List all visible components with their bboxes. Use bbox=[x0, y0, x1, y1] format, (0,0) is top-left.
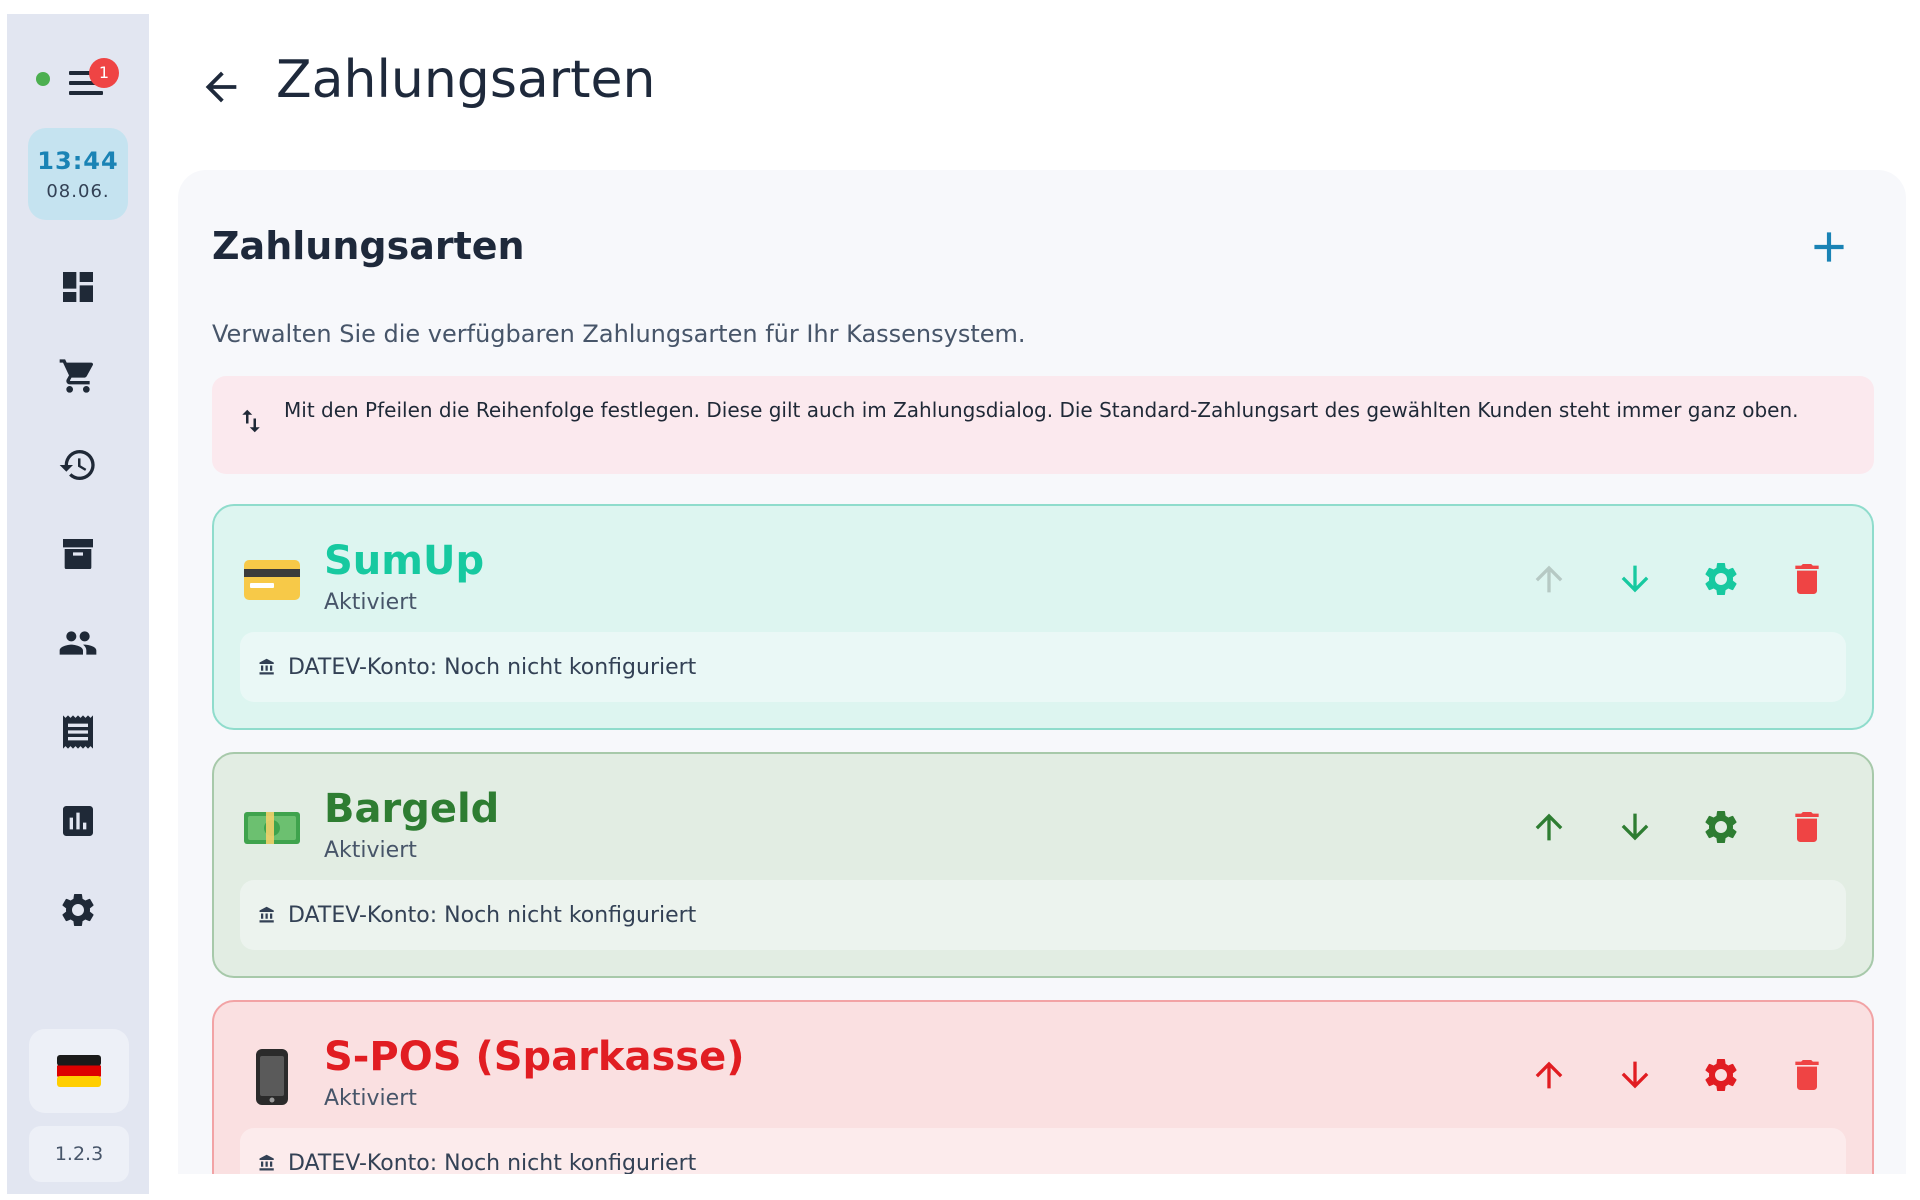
arrow-down-icon bbox=[1621, 813, 1649, 841]
bank-icon bbox=[259, 906, 274, 923]
move-down-button[interactable] bbox=[1610, 1050, 1660, 1100]
sidebar-item-cart[interactable] bbox=[46, 331, 110, 420]
sidebar-top: 1 bbox=[7, 14, 149, 104]
move-up-button[interactable] bbox=[1524, 802, 1574, 852]
reorder-hint: Mit den Pfeilen die Reihenfolge festlege… bbox=[212, 376, 1874, 474]
gear-icon bbox=[1705, 563, 1737, 595]
cart-icon bbox=[59, 358, 94, 393]
arrow-down-icon bbox=[1621, 1061, 1649, 1089]
sidebar-item-customers[interactable] bbox=[46, 598, 110, 687]
viewport-bottom-edge bbox=[160, 1174, 1920, 1200]
move-up-button[interactable] bbox=[1524, 554, 1574, 604]
datev-account-text: DATEV-Konto: Noch nicht konfiguriert bbox=[288, 1150, 697, 1176]
trash-icon bbox=[1795, 812, 1819, 842]
payment-method-card-sumup: SumUp Aktiviert DATEV-Konto: Noch nicht … bbox=[212, 504, 1874, 730]
panel-description: Verwalten Sie die verfügbaren Zahlungsar… bbox=[212, 320, 1026, 348]
arrow-back-icon bbox=[205, 71, 237, 103]
sidebar-nav bbox=[46, 242, 110, 954]
sidebar: 1 13:44 08.06. 1.2.3 bbox=[7, 14, 149, 1194]
bar-chart-icon bbox=[63, 805, 93, 836]
reorder-hint-text: Mit den Pfeilen die Reihenfolge festlege… bbox=[284, 398, 1799, 422]
payment-method-name: Bargeld bbox=[324, 786, 500, 832]
delete-button[interactable] bbox=[1782, 1050, 1832, 1100]
settings-button[interactable] bbox=[1696, 554, 1746, 604]
datev-account-text: DATEV-Konto: Noch nicht konfiguriert bbox=[288, 902, 697, 928]
datev-account-info: DATEV-Konto: Noch nicht konfiguriert bbox=[240, 880, 1846, 950]
history-icon bbox=[59, 449, 95, 480]
people-icon bbox=[59, 630, 97, 655]
sidebar-item-receipts[interactable] bbox=[46, 687, 110, 776]
payment-method-name: S-POS (Sparkasse) bbox=[324, 1034, 745, 1080]
move-down-button[interactable] bbox=[1610, 554, 1660, 604]
payment-methods-panel: Zahlungsarten Verwalten Sie die verfügba… bbox=[178, 170, 1906, 1200]
sidebar-item-settings[interactable] bbox=[46, 865, 110, 954]
panel-title: Zahlungsarten bbox=[212, 224, 525, 268]
payment-method-status: Aktiviert bbox=[324, 590, 417, 615]
payment-method-name: SumUp bbox=[324, 538, 485, 584]
delete-button[interactable] bbox=[1782, 802, 1832, 852]
dashboard-icon bbox=[63, 271, 93, 302]
settings-button[interactable] bbox=[1696, 802, 1746, 852]
delete-button[interactable] bbox=[1782, 554, 1832, 604]
credit-card-icon bbox=[242, 550, 302, 610]
payment-method-status: Aktiviert bbox=[324, 838, 417, 863]
arrow-up-icon bbox=[1535, 1061, 1563, 1089]
add-payment-method-button[interactable] bbox=[1804, 222, 1854, 272]
datev-account-info: DATEV-Konto: Noch nicht konfiguriert bbox=[240, 632, 1846, 702]
payment-method-card-s-pos: S-POS (Sparkasse) Aktiviert DATEV-Konto:… bbox=[212, 1000, 1874, 1200]
language-switcher[interactable] bbox=[29, 1029, 129, 1113]
clock-widget: 13:44 08.06. bbox=[28, 128, 128, 220]
datev-account-text: DATEV-Konto: Noch nicht konfiguriert bbox=[288, 654, 697, 680]
sidebar-item-reports[interactable] bbox=[46, 776, 110, 865]
clock-time: 13:44 bbox=[37, 146, 119, 175]
sidebar-item-archive[interactable] bbox=[46, 509, 110, 598]
menu-button[interactable]: 1 bbox=[65, 58, 119, 102]
payment-method-card-bargeld: Bargeld Aktiviert DATEV-Konto: Noch nich… bbox=[212, 752, 1874, 978]
trash-icon bbox=[1795, 1060, 1819, 1090]
move-down-button[interactable] bbox=[1610, 802, 1660, 852]
move-up-button[interactable] bbox=[1524, 1050, 1574, 1100]
mobile-phone-icon bbox=[242, 1046, 302, 1106]
payment-method-status: Aktiviert bbox=[324, 1086, 417, 1111]
archive-icon bbox=[63, 538, 93, 569]
arrow-up-icon bbox=[1535, 813, 1563, 841]
plus-icon bbox=[1814, 232, 1844, 262]
notification-badge: 1 bbox=[89, 58, 119, 88]
bank-icon bbox=[259, 1154, 274, 1171]
card-actions bbox=[1524, 1050, 1868, 1100]
sidebar-item-history[interactable] bbox=[46, 420, 110, 509]
receipt-icon bbox=[63, 714, 93, 749]
clock-date: 08.06. bbox=[46, 180, 110, 202]
gear-icon bbox=[62, 893, 94, 926]
app-version: 1.2.3 bbox=[29, 1126, 129, 1182]
german-flag-icon bbox=[57, 1055, 101, 1087]
gear-icon bbox=[1705, 811, 1737, 843]
swap-vert-icon bbox=[242, 409, 260, 433]
card-actions bbox=[1524, 802, 1868, 852]
sidebar-item-dashboard[interactable] bbox=[46, 242, 110, 331]
card-actions bbox=[1524, 554, 1868, 604]
cash-icon bbox=[242, 798, 302, 858]
settings-button[interactable] bbox=[1696, 1050, 1746, 1100]
bank-icon bbox=[259, 658, 274, 675]
page-title: Zahlungsarten bbox=[276, 50, 656, 110]
trash-icon bbox=[1795, 564, 1819, 594]
gear-icon bbox=[1705, 1059, 1737, 1091]
connection-status-dot bbox=[36, 72, 50, 86]
arrow-down-icon bbox=[1621, 565, 1649, 593]
back-button[interactable] bbox=[198, 64, 244, 110]
arrow-up-icon bbox=[1535, 565, 1563, 593]
